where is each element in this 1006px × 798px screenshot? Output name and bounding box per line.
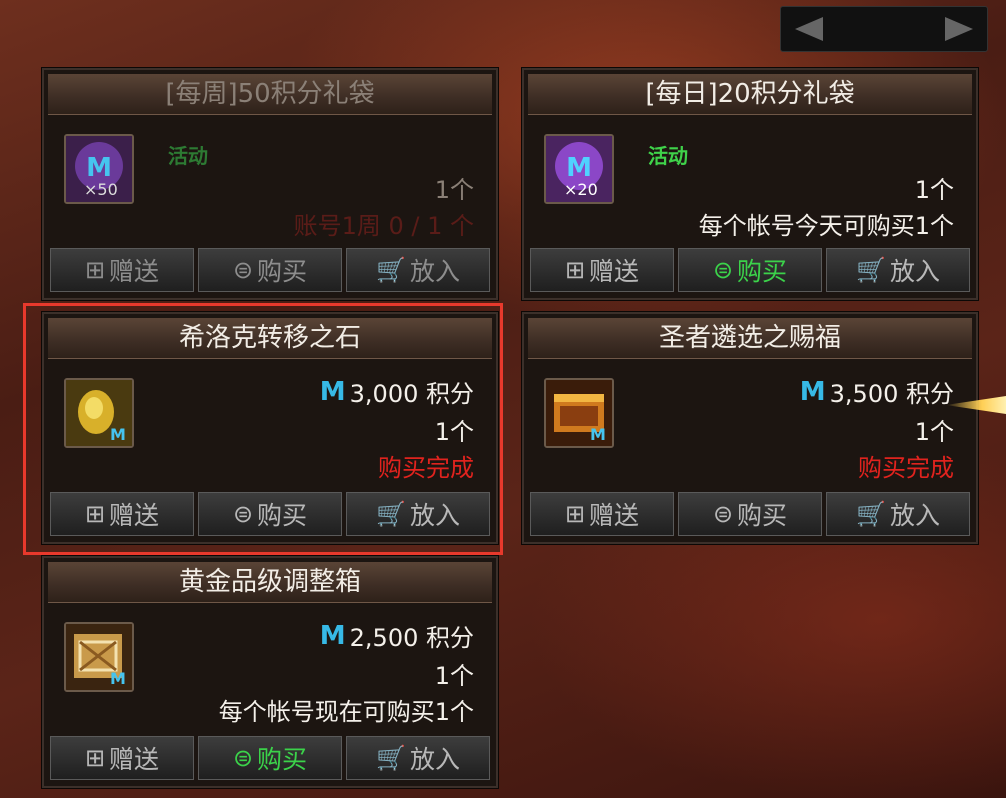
cart-button[interactable]: 🛒 放入 <box>826 248 970 292</box>
gift-button[interactable]: ⊞ 赠送 <box>530 248 674 292</box>
buy-button[interactable]: ⊜ 购买 <box>198 736 342 780</box>
mileage-icon: M <box>799 376 826 407</box>
gift-icon: ⊞ <box>564 500 586 528</box>
coin-icon: ⊜ <box>232 744 254 772</box>
event-tag: 活动 <box>168 144 208 168</box>
purchase-limit: 账号1周 0 / 1 个 <box>293 212 474 240</box>
gift-icon: ⊞ <box>564 256 586 284</box>
item-title: 希洛克转移之石 <box>48 318 492 359</box>
coin-icon: ⊜ <box>712 256 734 284</box>
action-bar: ⊞ 赠送 ⊜ 购买 🛒 放入 <box>50 492 490 536</box>
shop-item-card: [每周]50积分礼袋 M ×50 活动 1个 账号1周 0 / 1 个 ⊞ 赠送 … <box>42 68 498 300</box>
gift-icon: ⊞ <box>84 744 106 772</box>
action-bar: ⊞ 赠送 ⊜ 购买 🛒 放入 <box>50 736 490 780</box>
gift-button[interactable]: ⊞ 赠送 <box>50 492 194 536</box>
coin-icon: ⊜ <box>232 256 254 284</box>
mileage-icon: M <box>319 620 346 651</box>
item-price: M 3,000 积分 <box>319 376 474 409</box>
coin-icon: ⊜ <box>232 500 254 528</box>
buy-button[interactable]: ⊜ 购买 <box>198 248 342 292</box>
svg-text:M: M <box>590 425 606 444</box>
purchase-limit: 每个帐号现在可购买1个 <box>218 698 474 726</box>
svg-text:M: M <box>86 153 112 183</box>
cart-button[interactable]: 🛒 放入 <box>346 492 490 536</box>
cart-button[interactable]: 🛒 放入 <box>346 736 490 780</box>
buy-button[interactable]: ⊜ 购买 <box>198 492 342 536</box>
gift-icon: ⊞ <box>84 500 106 528</box>
gift-button[interactable]: ⊞ 赠送 <box>530 492 674 536</box>
blessing-chest-icon[interactable]: M <box>544 378 614 448</box>
cart-icon: 🛒 <box>376 744 406 772</box>
coin-icon: ⊜ <box>712 500 734 528</box>
buy-button[interactable]: ⊜ 购买 <box>678 248 822 292</box>
item-quantity: 1个 <box>914 176 954 204</box>
event-tag: 活动 <box>648 144 688 168</box>
svg-text:M: M <box>110 425 126 444</box>
action-bar: ⊞ 赠送 ⊜ 购买 🛒 放入 <box>530 248 970 292</box>
item-title: [每周]50积分礼袋 <box>48 74 492 115</box>
icon-quantity: ×20 <box>564 180 598 199</box>
item-quantity: 1个 <box>434 418 474 446</box>
shop-item-card: [每日]20积分礼袋 M ×20 活动 1个 每个帐号今天可购买1个 ⊞ 赠送 ⊜… <box>522 68 978 300</box>
gift-icon: ⊞ <box>84 256 106 284</box>
gift-button[interactable]: ⊞ 赠送 <box>50 248 194 292</box>
action-bar: ⊞ 赠送 ⊜ 购买 🛒 放入 <box>530 492 970 536</box>
transfer-stone-icon[interactable]: M <box>64 378 134 448</box>
gift-button[interactable]: ⊞ 赠送 <box>50 736 194 780</box>
buy-button[interactable]: ⊜ 购买 <box>678 492 822 536</box>
cart-icon: 🛒 <box>376 500 406 528</box>
pager <box>780 6 988 52</box>
cart-icon: 🛒 <box>376 256 406 284</box>
cart-button[interactable]: 🛒 放入 <box>346 248 490 292</box>
shop-item-card: 希洛克转移之石 M M 3,000 积分 1个 购买完成 ⊞ 赠送 ⊜ 购买 🛒 放入 <box>42 312 498 544</box>
page-next-button[interactable] <box>945 17 973 41</box>
shop-item-card: 圣者遴选之赐福 M M 3,500 积分 1个 购买完成 ⊞ 赠送 ⊜ 购买 🛒 放入 <box>522 312 978 544</box>
item-title: 圣者遴选之赐福 <box>528 318 972 359</box>
item-price: M 2,500 积分 <box>319 620 474 653</box>
action-bar: ⊞ 赠送 ⊜ 购买 🛒 放入 <box>50 248 490 292</box>
icon-quantity: ×50 <box>84 180 118 199</box>
cart-icon: 🛒 <box>856 500 886 528</box>
item-quantity: 1个 <box>434 662 474 690</box>
cart-icon: 🛒 <box>856 256 886 284</box>
svg-text:M: M <box>110 669 126 688</box>
item-title: [每日]20积分礼袋 <box>528 74 972 115</box>
item-quantity: 1个 <box>914 418 954 446</box>
purchase-limit: 每个帐号今天可购买1个 <box>698 212 954 240</box>
mileage-bag-icon[interactable]: M ×50 <box>64 134 134 204</box>
item-title: 黄金品级调整箱 <box>48 562 492 603</box>
purchase-status: 购买完成 <box>378 454 474 482</box>
shop-item-card: 黄金品级调整箱 M M 2,500 积分 1个 每个帐号现在可购买1个 ⊞ 赠送 … <box>42 556 498 788</box>
svg-text:M: M <box>566 153 592 183</box>
mileage-icon: M <box>319 376 346 407</box>
purchase-status: 购买完成 <box>858 454 954 482</box>
grade-adjust-box-icon[interactable]: M <box>64 622 134 692</box>
item-quantity: 1个 <box>434 176 474 204</box>
cart-button[interactable]: 🛒 放入 <box>826 492 970 536</box>
page-prev-button[interactable] <box>795 17 823 41</box>
mileage-bag-icon[interactable]: M ×20 <box>544 134 614 204</box>
item-price: M 3,500 积分 <box>799 376 954 409</box>
